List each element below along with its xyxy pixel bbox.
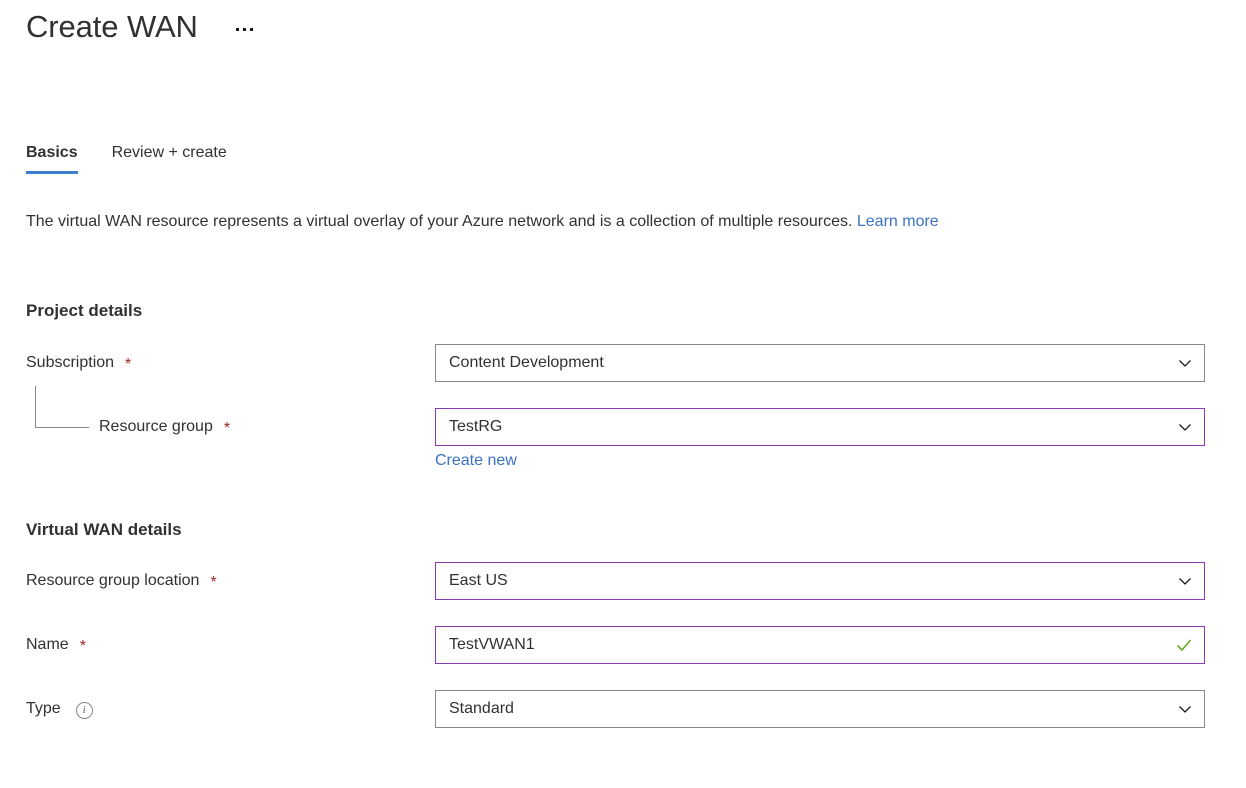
learn-more-link[interactable]: Learn more <box>857 213 939 230</box>
resource-group-location-dropdown[interactable]: East US <box>435 562 1205 600</box>
name-input-value: TestVWAN1 <box>449 636 535 653</box>
create-new-resource-group-link[interactable]: Create new <box>435 450 517 472</box>
description-text: The virtual WAN resource represents a vi… <box>26 213 857 230</box>
label-resource-group-text: Resource group <box>99 418 213 435</box>
resource-group-value: TestRG <box>449 418 503 435</box>
tab-list: Basics Review + create <box>26 142 227 174</box>
chevron-down-icon <box>1179 424 1191 431</box>
section-heading-project-details: Project details <box>26 301 143 320</box>
label-subscription: Subscription * <box>26 344 131 382</box>
required-asterisk: * <box>79 638 86 655</box>
label-type: Type i <box>26 690 93 728</box>
label-name-text: Name <box>26 636 69 653</box>
tab-basics[interactable]: Basics <box>26 142 78 174</box>
ellipsis-icon <box>249 28 253 31</box>
chevron-down-icon <box>1179 706 1191 713</box>
chevron-down-icon <box>1179 578 1191 585</box>
label-resource-group-location: Resource group location * <box>26 562 217 600</box>
name-input-container[interactable]: TestVWAN1 <box>435 626 1205 664</box>
info-icon[interactable]: i <box>75 701 93 719</box>
form-row-subscription: Subscription * Content Development <box>0 344 1246 382</box>
form-row-type: Type i Standard <box>0 690 1246 728</box>
label-name: Name * <box>26 626 86 664</box>
label-resource-group: Resource group * <box>99 408 230 446</box>
subscription-dropdown[interactable]: Content Development <box>435 344 1205 382</box>
more-options-button[interactable] <box>232 22 257 37</box>
blade-description: The virtual WAN resource represents a vi… <box>26 208 1206 236</box>
resource-group-dropdown[interactable]: TestRG <box>435 408 1205 446</box>
page-title: Create WAN <box>26 9 198 44</box>
required-asterisk: * <box>125 356 132 373</box>
required-asterisk: * <box>210 574 217 591</box>
label-subscription-text: Subscription <box>26 354 115 371</box>
tab-review-create[interactable]: Review + create <box>112 142 227 174</box>
resource-group-location-value: East US <box>449 572 508 589</box>
ellipsis-icon <box>235 28 239 31</box>
ellipsis-icon <box>242 28 246 31</box>
section-heading-virtual-wan-details: Virtual WAN details <box>26 520 182 539</box>
subscription-value: Content Development <box>449 354 604 371</box>
label-type-text: Type <box>26 700 61 717</box>
required-asterisk: * <box>223 420 231 437</box>
form-row-resource-group-location: Resource group location * East US <box>0 562 1246 600</box>
label-resource-group-location-text: Resource group location <box>26 572 200 589</box>
form-row-resource-group: Resource group * TestRG <box>0 408 1246 446</box>
chevron-down-icon <box>1179 360 1191 367</box>
checkmark-icon <box>1176 639 1192 652</box>
page-header: Create WAN <box>26 6 257 48</box>
form-row-name: Name * TestVWAN1 <box>0 626 1246 664</box>
type-dropdown[interactable]: Standard <box>435 690 1205 728</box>
type-value: Standard <box>449 700 514 717</box>
